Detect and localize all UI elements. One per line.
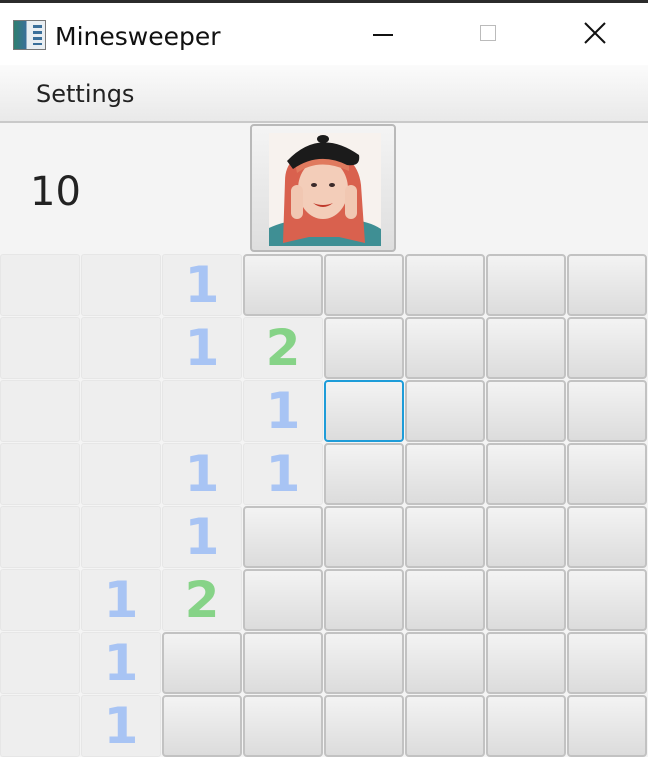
mine-cell: 1 bbox=[81, 632, 161, 694]
mine-cell[interactable] bbox=[405, 380, 485, 442]
close-icon bbox=[584, 22, 606, 44]
cell-number: 1 bbox=[103, 634, 139, 692]
mine-cell[interactable] bbox=[486, 317, 566, 379]
mine-cell[interactable] bbox=[486, 695, 566, 757]
menu-settings[interactable]: Settings bbox=[36, 78, 134, 110]
mine-cell[interactable] bbox=[405, 317, 485, 379]
menu-bar: Settings bbox=[0, 65, 648, 123]
mine-cell: 1 bbox=[162, 254, 242, 316]
mine-cell bbox=[81, 317, 161, 379]
mine-cell[interactable] bbox=[243, 254, 323, 316]
mine-cell bbox=[0, 632, 80, 694]
cell-number: 1 bbox=[184, 445, 220, 503]
close-button[interactable] bbox=[545, 3, 645, 65]
mine-cell[interactable] bbox=[486, 443, 566, 505]
mine-cell[interactable] bbox=[486, 254, 566, 316]
mine-cell bbox=[0, 506, 80, 568]
mine-cell bbox=[0, 380, 80, 442]
mine-cell[interactable] bbox=[405, 506, 485, 568]
mine-cell: 1 bbox=[162, 443, 242, 505]
mine-cell: 1 bbox=[243, 443, 323, 505]
window-title: Minesweeper bbox=[55, 22, 221, 51]
mine-cell bbox=[81, 254, 161, 316]
cell-number: 1 bbox=[184, 508, 220, 566]
mine-cell: 2 bbox=[162, 569, 242, 631]
cell-number: 1 bbox=[103, 571, 139, 629]
mine-cell[interactable] bbox=[243, 569, 323, 631]
mine-counter: 10 bbox=[30, 169, 81, 215]
avatar-photo bbox=[269, 133, 381, 246]
minesweeper-app-icon bbox=[13, 20, 46, 50]
mine-cell[interactable] bbox=[567, 317, 647, 379]
mine-cell[interactable] bbox=[567, 254, 647, 316]
cell-number: 2 bbox=[184, 571, 220, 629]
minimize-button[interactable] bbox=[330, 3, 430, 65]
mine-cell: 2 bbox=[243, 317, 323, 379]
cell-number: 1 bbox=[265, 445, 301, 503]
mine-cell[interactable] bbox=[324, 254, 404, 316]
cell-number: 1 bbox=[103, 697, 139, 755]
mine-cell bbox=[0, 254, 80, 316]
mine-cell: 1 bbox=[162, 506, 242, 568]
mine-cell[interactable] bbox=[162, 632, 242, 694]
mine-cell[interactable] bbox=[567, 569, 647, 631]
mine-cell bbox=[81, 443, 161, 505]
mine-cell: 1 bbox=[243, 380, 323, 442]
mine-cell[interactable] bbox=[486, 380, 566, 442]
mine-cell[interactable] bbox=[405, 695, 485, 757]
mine-cell[interactable] bbox=[567, 443, 647, 505]
mine-cell[interactable] bbox=[162, 695, 242, 757]
mine-cell[interactable] bbox=[405, 254, 485, 316]
cell-number: 2 bbox=[265, 319, 301, 377]
mine-cell[interactable] bbox=[405, 443, 485, 505]
mine-cell[interactable] bbox=[243, 695, 323, 757]
mine-cell[interactable] bbox=[324, 443, 404, 505]
mine-cell[interactable] bbox=[243, 506, 323, 568]
game-header: 10 bbox=[0, 123, 648, 254]
mine-cell[interactable] bbox=[567, 380, 647, 442]
mine-cell bbox=[0, 317, 80, 379]
cell-number: 1 bbox=[184, 319, 220, 377]
mine-cell[interactable] bbox=[324, 632, 404, 694]
mine-cell[interactable] bbox=[405, 569, 485, 631]
mine-cell[interactable] bbox=[324, 506, 404, 568]
mine-cell[interactable] bbox=[324, 569, 404, 631]
mine-cell[interactable] bbox=[405, 632, 485, 694]
mine-cell bbox=[162, 380, 242, 442]
mine-cell[interactable] bbox=[567, 695, 647, 757]
cell-number: 1 bbox=[184, 256, 220, 314]
mine-cell[interactable] bbox=[567, 632, 647, 694]
mine-cell bbox=[81, 380, 161, 442]
minefield: 11211111211 bbox=[0, 254, 648, 757]
maximize-button[interactable] bbox=[438, 3, 538, 65]
mine-cell[interactable] bbox=[324, 695, 404, 757]
mine-cell[interactable] bbox=[486, 506, 566, 568]
mine-cell bbox=[81, 506, 161, 568]
mine-cell[interactable] bbox=[486, 569, 566, 631]
mine-cell[interactable] bbox=[567, 506, 647, 568]
mine-cell bbox=[0, 569, 80, 631]
mine-cell: 1 bbox=[162, 317, 242, 379]
mine-cell[interactable] bbox=[486, 632, 566, 694]
mine-cell bbox=[0, 443, 80, 505]
mine-cell: 1 bbox=[81, 695, 161, 757]
mine-cell[interactable] bbox=[324, 380, 404, 442]
mine-cell[interactable] bbox=[324, 317, 404, 379]
mine-cell[interactable] bbox=[243, 632, 323, 694]
mine-cell: 1 bbox=[81, 569, 161, 631]
new-game-face-button[interactable] bbox=[250, 124, 396, 252]
mine-cell bbox=[0, 695, 80, 757]
cell-number: 1 bbox=[265, 382, 301, 440]
